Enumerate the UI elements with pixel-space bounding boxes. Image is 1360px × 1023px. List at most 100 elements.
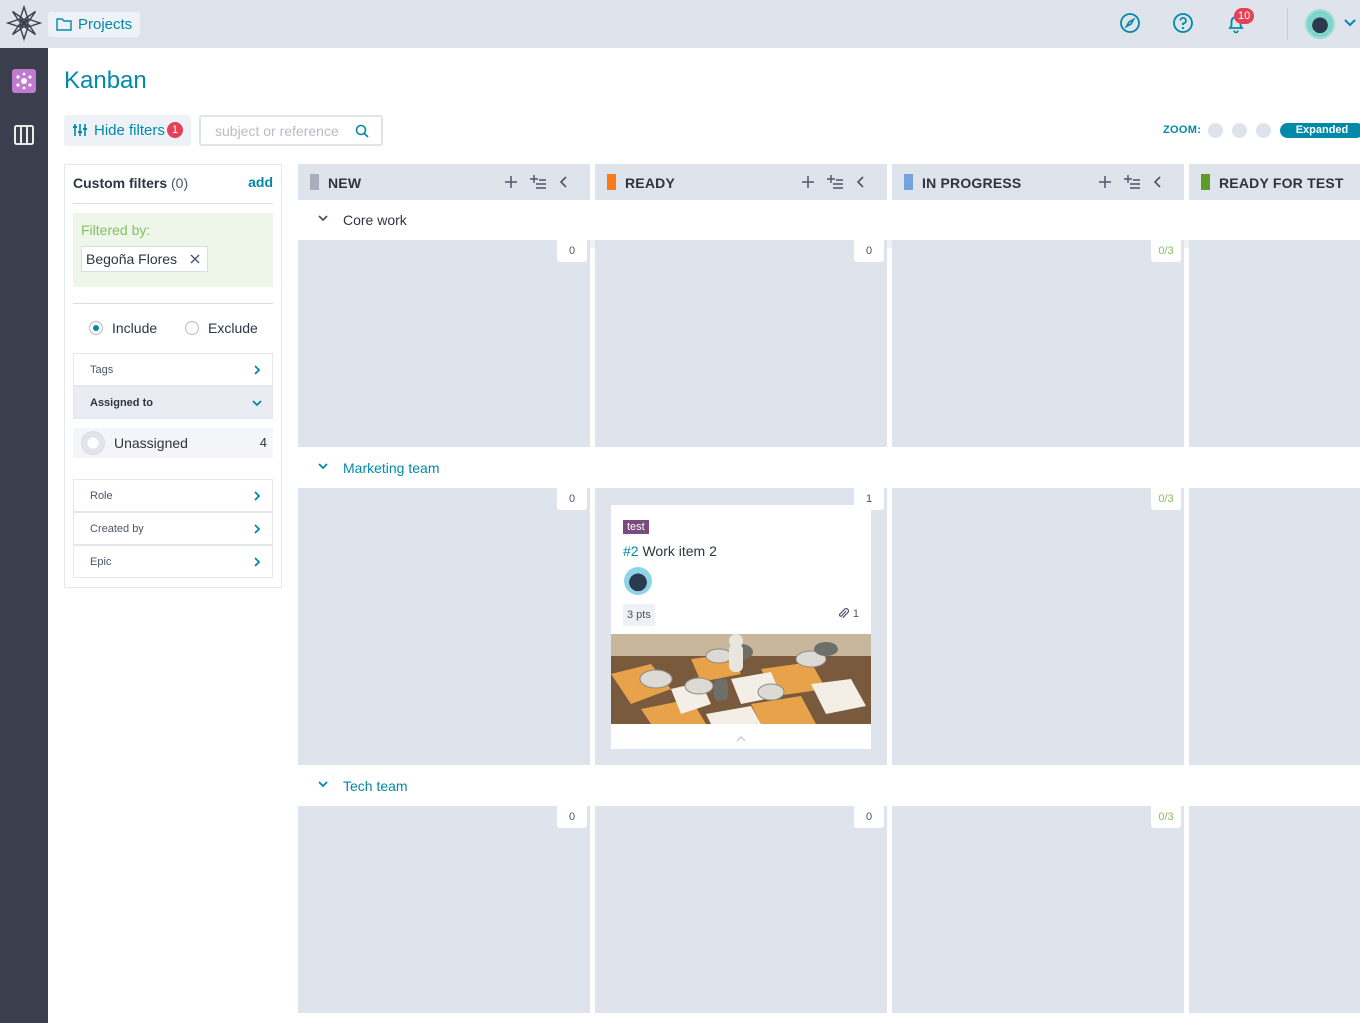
discover-icon[interactable] — [1119, 12, 1141, 34]
filter-option-unassigned[interactable]: Unassigned 4 — [73, 428, 273, 458]
close-icon[interactable] — [189, 253, 201, 265]
side-nav — [0, 48, 48, 1023]
notifications-badge: 10 — [1234, 8, 1255, 24]
help-icon[interactable] — [1172, 12, 1194, 34]
chevron-down-icon — [252, 400, 262, 407]
board-cell: 0/3 — [892, 240, 1184, 447]
avatar — [81, 431, 105, 455]
collapse-column-icon[interactable] — [853, 174, 869, 190]
filtered-by-label: Filtered by: — [81, 222, 151, 238]
logo-icon[interactable] — [6, 5, 42, 41]
zoom-level-3[interactable] — [1256, 123, 1271, 138]
chevron-right-icon — [254, 491, 261, 501]
collapse-column-icon[interactable] — [556, 174, 572, 190]
chevron-up-icon[interactable] — [735, 735, 747, 743]
board-cell: 0/3 — [892, 806, 1184, 1013]
chevron-down-icon[interactable] — [317, 214, 329, 224]
filter-category-label: Created by — [90, 523, 144, 535]
column-title: NEW — [328, 175, 362, 191]
add-icon[interactable] — [1097, 174, 1113, 190]
project-thumb[interactable] — [12, 69, 36, 93]
column-title: IN PROGRESS — [922, 175, 1022, 191]
add-icon[interactable] — [503, 174, 519, 190]
filters-count-badge: 1 — [167, 122, 183, 138]
filter-category-epic[interactable]: Epic — [73, 545, 273, 578]
projects-button[interactable]: Projects — [48, 12, 141, 37]
zoom-label: ZOOM: — [1163, 124, 1202, 136]
zoom-level-2[interactable] — [1232, 123, 1247, 138]
active-filter-chip: Begoña Flores — [81, 246, 209, 272]
column-color-bar — [1201, 174, 1210, 190]
exclude-radio[interactable] — [185, 321, 199, 335]
include-label[interactable]: Include — [112, 320, 157, 336]
cell-count: 0 — [557, 806, 587, 828]
column-header-new: NEW — [298, 164, 590, 200]
bulk-add-icon[interactable] — [1124, 174, 1140, 190]
column-color-bar — [607, 174, 616, 190]
chevron-down-icon[interactable] — [317, 780, 329, 790]
hide-filters-label: Hide filters — [94, 122, 165, 139]
cell-count: 0 — [557, 488, 587, 510]
chevron-down-icon[interactable] — [317, 462, 329, 472]
paperclip-icon — [838, 608, 849, 619]
board-cell: 0 — [595, 240, 887, 447]
card-points: 3 pts — [623, 604, 655, 626]
add-custom-filter-link[interactable]: add — [248, 174, 273, 190]
filters-panel: Custom filters (0) add Filtered by: Bego… — [64, 164, 282, 588]
column-title: READY — [625, 175, 676, 191]
zoom-level-expanded[interactable]: Expanded — [1280, 123, 1360, 138]
divider — [1287, 8, 1288, 40]
include-radio[interactable] — [89, 321, 103, 335]
card-ref[interactable]: #2 — [623, 543, 639, 559]
project-logo-icon — [16, 72, 32, 90]
custom-filters-count: (0) — [171, 175, 189, 191]
exclude-label[interactable]: Exclude — [208, 320, 258, 336]
filter-category-tags[interactable]: Tags — [73, 353, 273, 386]
board-cell: 0 — [595, 806, 887, 1013]
swimlane-title[interactable]: Marketing team — [343, 460, 439, 476]
filter-option-count: 4 — [259, 435, 267, 450]
filter-category-assigned-to[interactable]: Assigned to — [73, 386, 273, 419]
divider — [73, 303, 273, 304]
filter-category-role[interactable]: Role — [73, 479, 273, 512]
user-avatar[interactable] — [1305, 9, 1335, 39]
column-color-bar — [310, 174, 319, 190]
search-input[interactable] — [215, 122, 351, 140]
column-color-bar — [904, 174, 913, 190]
cell-wip-count: 0/3 — [1151, 806, 1181, 828]
cell-count: 0 — [854, 240, 884, 262]
search-icon[interactable] — [354, 123, 370, 139]
cell-wip-count: 0/3 — [1151, 240, 1181, 262]
card-title[interactable]: #2 Work item 2 — [623, 543, 717, 559]
chevron-right-icon — [254, 557, 261, 567]
chevron-right-icon — [254, 365, 261, 375]
column-header-ready-for-test: READY FOR TEST — [1189, 164, 1360, 200]
chevron-down-icon[interactable] — [1343, 18, 1357, 28]
collapse-column-icon[interactable] — [1150, 174, 1166, 190]
page-title: Kanban — [64, 67, 147, 94]
filter-option-label: Unassigned — [114, 435, 188, 451]
card-subject[interactable]: Work item 2 — [642, 543, 716, 559]
zoom-level-1[interactable] — [1208, 123, 1223, 138]
card-cover-image — [611, 634, 871, 724]
swimlane-title[interactable]: Tech team — [343, 778, 408, 794]
filter-category-created-by[interactable]: Created by — [73, 512, 273, 545]
swimlane-title[interactable]: Core work — [343, 212, 407, 228]
filter-category-label: Role — [90, 490, 113, 502]
add-icon[interactable] — [800, 174, 816, 190]
board-cell — [1189, 488, 1360, 765]
bulk-add-icon[interactable] — [530, 174, 546, 190]
divider — [73, 203, 273, 204]
hide-filters-button[interactable]: Hide filters 1 — [64, 115, 191, 146]
work-item-card[interactable]: test #2 Work item 2 3 pts 1 — [611, 505, 871, 749]
kanban-icon[interactable] — [13, 124, 35, 146]
attachment-count: 1 — [852, 608, 859, 620]
filter-category-label: Epic — [90, 556, 112, 568]
top-bar: Projects 10 — [0, 0, 1360, 48]
bulk-add-icon[interactable] — [827, 174, 843, 190]
avatar[interactable] — [624, 567, 652, 595]
filter-sliders-icon — [73, 124, 87, 136]
folder-icon — [56, 18, 72, 31]
active-filter-label: Begoña Flores — [86, 251, 178, 267]
filter-category-label: Tags — [90, 364, 114, 376]
